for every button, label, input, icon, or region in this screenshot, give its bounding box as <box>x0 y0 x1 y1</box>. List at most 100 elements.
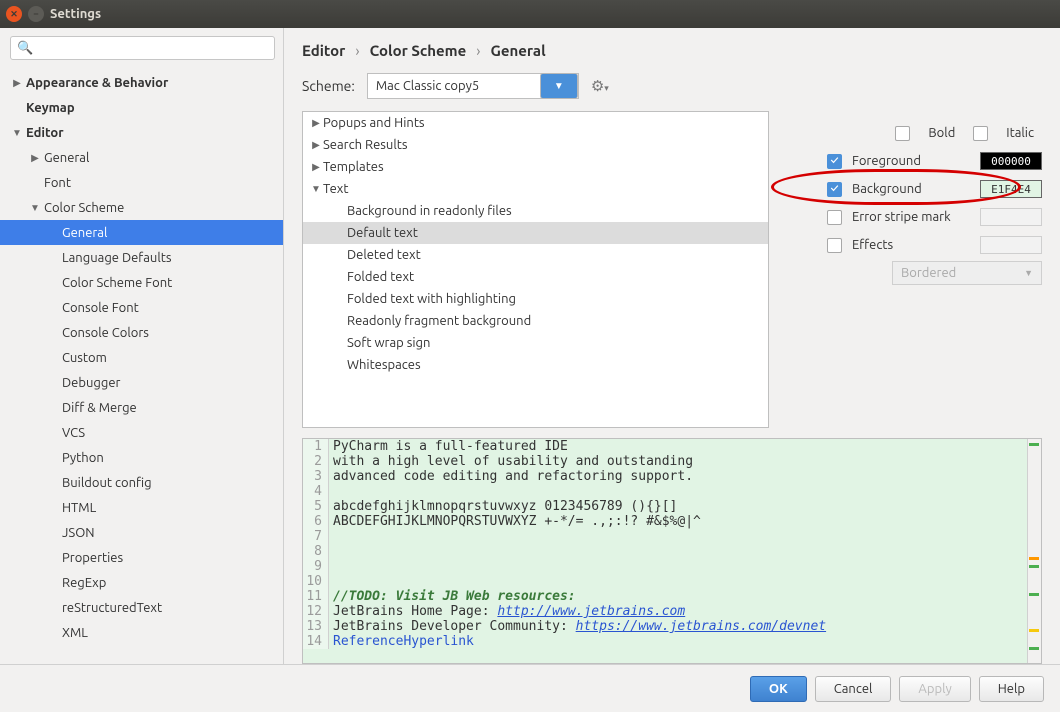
errorstripe-label: Error stripe mark <box>852 210 970 224</box>
background-color-swatch[interactable]: E1F4E4 <box>980 180 1042 198</box>
line-number: 7 <box>303 529 329 544</box>
sidebar-item[interactable]: Debugger <box>0 370 283 395</box>
bold-label: Bold <box>928 126 955 140</box>
effects-checkbox[interactable] <box>827 238 842 253</box>
search-icon: 🔍 <box>17 41 33 56</box>
sidebar-item[interactable]: ▶Appearance & Behavior <box>0 70 283 95</box>
code-line: 5abcdefghijklmnopqrstuvwxyz 0123456789 (… <box>303 499 1041 514</box>
code-line: 13JetBrains Developer Community: https:/… <box>303 619 1041 634</box>
close-window-icon[interactable]: ✕ <box>6 6 22 22</box>
breadcrumb-part[interactable]: Color Scheme <box>370 42 467 59</box>
sidebar-item[interactable]: Language Defaults <box>0 245 283 270</box>
sidebar-item[interactable]: ▶General <box>0 145 283 170</box>
sidebar-item[interactable]: HTML <box>0 495 283 520</box>
search-input[interactable]: 🔍 <box>10 36 275 60</box>
sidebar-item[interactable]: Buildout config <box>0 470 283 495</box>
chevron-right-icon[interactable]: ▶ <box>10 77 24 89</box>
effects-type-value: Bordered <box>901 266 956 280</box>
sidebar-item[interactable]: ▼Editor <box>0 120 283 145</box>
sidebar-item-label: JSON <box>60 526 95 540</box>
sidebar-item[interactable]: ▼Color Scheme <box>0 195 283 220</box>
category-item[interactable]: Readonly fragment background <box>303 310 768 332</box>
sidebar-item[interactable]: JSON <box>0 520 283 545</box>
background-label: Background <box>852 182 970 196</box>
sidebar-item[interactable]: Color Scheme Font <box>0 270 283 295</box>
foreground-checkbox[interactable]: ✓ <box>827 154 842 169</box>
category-item[interactable]: ▼Text <box>303 178 768 200</box>
breadcrumb-part[interactable]: Editor <box>302 42 345 59</box>
category-item[interactable]: ▶Popups and Hints <box>303 112 768 134</box>
sidebar-item-label: Font <box>42 176 71 190</box>
window-title: Settings <box>50 7 101 21</box>
sidebar-item-label: Custom <box>60 351 107 365</box>
gear-icon[interactable]: ⚙▾ <box>591 77 609 95</box>
category-tree[interactable]: ▶Popups and Hints▶Search Results▶Templat… <box>302 111 769 428</box>
background-checkbox[interactable]: ✓ <box>827 182 842 197</box>
sidebar-item[interactable]: Keymap <box>0 95 283 120</box>
chevron-down-icon[interactable]: ▼ <box>540 73 578 99</box>
italic-checkbox[interactable] <box>973 126 988 141</box>
errorstripe-color-swatch[interactable] <box>980 208 1042 226</box>
code-preview[interactable]: 1PyCharm is a full-featured IDE2with a h… <box>302 438 1042 664</box>
category-item[interactable]: ▶Templates <box>303 156 768 178</box>
dialog-footer: OK Cancel Apply Help <box>0 664 1060 712</box>
sidebar-item[interactable]: Console Colors <box>0 320 283 345</box>
breadcrumb: Editor › Color Scheme › General <box>284 28 1060 69</box>
scheme-label: Scheme: <box>302 78 355 94</box>
sidebar-item[interactable]: RegExp <box>0 570 283 595</box>
sidebar-item-label: reStructuredText <box>60 601 162 615</box>
line-number: 13 <box>303 619 329 634</box>
sidebar-item[interactable]: General <box>0 220 283 245</box>
chevron-right-icon[interactable]: ▶ <box>309 117 323 129</box>
chevron-down-icon[interactable]: ▼ <box>28 202 42 214</box>
sidebar-item[interactable]: Custom <box>0 345 283 370</box>
error-stripe-margin[interactable] <box>1027 439 1041 663</box>
sidebar-item[interactable]: Diff & Merge <box>0 395 283 420</box>
category-item[interactable]: Background in readonly files <box>303 200 768 222</box>
category-item[interactable]: Folded text with highlighting <box>303 288 768 310</box>
sidebar-item-label: General <box>42 151 89 165</box>
sidebar-item[interactable]: Python <box>0 445 283 470</box>
sidebar-item-label: Color Scheme <box>42 201 124 215</box>
category-item[interactable]: Folded text <box>303 266 768 288</box>
category-item[interactable]: ▶Search Results <box>303 134 768 156</box>
cancel-button[interactable]: Cancel <box>815 676 892 702</box>
ok-button[interactable]: OK <box>750 676 807 702</box>
category-item[interactable]: Whitespaces <box>303 354 768 376</box>
category-item-label: Whitespaces <box>347 358 421 372</box>
bold-checkbox[interactable] <box>895 126 910 141</box>
effects-color-swatch[interactable] <box>980 236 1042 254</box>
code-line: 2with a high level of usability and outs… <box>303 454 1041 469</box>
foreground-color-swatch[interactable]: 000000 <box>980 152 1042 170</box>
chevron-right-icon[interactable]: ▶ <box>28 152 42 164</box>
help-button[interactable]: Help <box>979 676 1044 702</box>
italic-label: Italic <box>1006 126 1034 140</box>
category-item[interactable]: Deleted text <box>303 244 768 266</box>
sidebar-item[interactable]: Font <box>0 170 283 195</box>
code-line: 3advanced code editing and refactoring s… <box>303 469 1041 484</box>
minimize-window-icon[interactable]: – <box>28 6 44 22</box>
chevron-right-icon[interactable]: ▶ <box>309 161 323 173</box>
sidebar-item-label: Editor <box>24 126 64 140</box>
code-text <box>329 529 341 544</box>
sidebar-item[interactable]: reStructuredText <box>0 595 283 620</box>
scheme-select[interactable]: Mac Classic copy5 ▼ <box>367 73 579 99</box>
sidebar-item-label: XML <box>60 626 88 640</box>
sidebar-item[interactable]: VCS <box>0 420 283 445</box>
sidebar-item-label: Diff & Merge <box>60 401 137 415</box>
line-number: 5 <box>303 499 329 514</box>
chevron-down-icon[interactable]: ▼ <box>309 183 323 195</box>
effects-label: Effects <box>852 238 970 252</box>
category-item[interactable]: Soft wrap sign <box>303 332 768 354</box>
category-item[interactable]: Default text <box>303 222 768 244</box>
sidebar-item[interactable]: XML <box>0 620 283 645</box>
chevron-down-icon[interactable]: ▼ <box>10 127 24 139</box>
code-line: 4 <box>303 484 1041 499</box>
sidebar-item-label: General <box>60 226 107 240</box>
settings-tree[interactable]: ▶Appearance & BehaviorKeymap▼Editor▶Gene… <box>0 66 283 664</box>
chevron-right-icon[interactable]: ▶ <box>309 139 323 151</box>
sidebar-item[interactable]: Properties <box>0 545 283 570</box>
sidebar-item[interactable]: Console Font <box>0 295 283 320</box>
errorstripe-checkbox[interactable] <box>827 210 842 225</box>
code-text: JetBrains Home Page: http://www.jetbrain… <box>329 604 685 619</box>
